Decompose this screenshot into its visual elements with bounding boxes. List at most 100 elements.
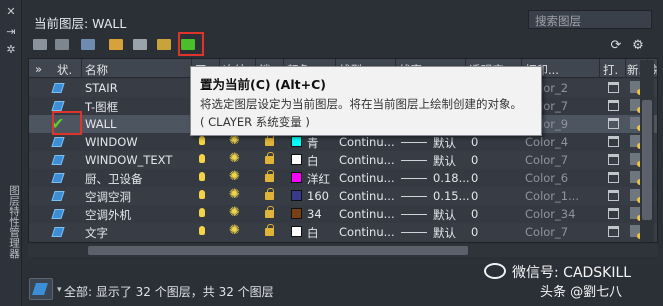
col-name[interactable]: 名称 (85, 62, 108, 78)
lightbulb-icon[interactable] (199, 172, 205, 181)
new-vp-frozen-layer-button[interactable] (130, 36, 150, 54)
color-swatch[interactable] (291, 136, 302, 147)
color-swatch[interactable] (291, 172, 302, 183)
layer-color-name[interactable]: 洋红 (307, 171, 330, 187)
layer-color-name[interactable]: 160 (307, 189, 329, 203)
layer-transparency[interactable]: 0 (471, 225, 478, 239)
new-group-filter-button[interactable] (52, 36, 72, 54)
layer-transparency[interactable]: 0 (471, 207, 478, 221)
sun-icon[interactable]: ✺ (229, 206, 240, 220)
layer-linetype[interactable]: Continu... (339, 171, 395, 185)
sun-icon[interactable]: ✺ (229, 134, 240, 148)
layer-row[interactable]: 厨、卫设备 ✺ 洋红 Continu... 0.18... 0 Color_6 (29, 169, 657, 187)
sun-icon[interactable]: ✺ (229, 152, 240, 166)
layer-transparency[interactable]: 0 (471, 135, 478, 149)
close-icon[interactable]: ✕ (5, 6, 17, 18)
new-property-filter-button[interactable] (30, 36, 50, 54)
refresh-icon[interactable]: ⟳ (608, 38, 624, 54)
layer-name[interactable]: STAIR (85, 81, 118, 95)
sun-icon[interactable]: ✺ (229, 188, 240, 202)
layer-row[interactable]: 空调空洞 ✺ 160 Continu... 0.15... 0 Color_1.… (29, 187, 657, 205)
color-swatch[interactable] (291, 190, 302, 201)
layer-lineweight[interactable]: 默认 (433, 135, 456, 151)
layer-linetype[interactable]: Continu... (339, 135, 395, 149)
layer-linetype[interactable]: Continu... (339, 225, 395, 239)
layer-name[interactable]: 厨、卫设备 (85, 171, 143, 187)
horizontal-scroll-thumb[interactable] (88, 246, 468, 255)
unlock-icon[interactable] (265, 170, 274, 182)
lightbulb-icon[interactable] (199, 208, 205, 217)
filter-invert-icon[interactable] (29, 278, 53, 300)
layer-linetype[interactable]: Continu... (339, 153, 395, 167)
layer-row[interactable]: WINDOW_TEXT ✺ 白 Continu... 默认 0 Color_7 (29, 151, 657, 169)
lightbulb-icon[interactable] (199, 226, 205, 235)
properties-icon[interactable]: ✲ (5, 44, 17, 56)
new-layer-button[interactable] (106, 36, 126, 54)
new-vp-freeze-icon[interactable] (630, 225, 643, 239)
printer-icon[interactable] (608, 136, 619, 147)
col-status[interactable]: 状. (57, 62, 72, 78)
settings-gear-icon[interactable]: ⚙ (630, 38, 646, 54)
layer-name[interactable]: T-图框 (85, 99, 118, 115)
layer-transparency[interactable]: 0 (471, 153, 478, 167)
expand-filters-icon[interactable]: » (35, 62, 42, 76)
lightbulb-icon[interactable] (199, 154, 205, 163)
layer-name[interactable]: WALL (85, 117, 116, 131)
unlock-icon[interactable] (265, 188, 274, 200)
layer-color-name[interactable]: 34 (307, 207, 322, 221)
vertical-scrollbar[interactable] (640, 60, 654, 242)
chevron-down-icon[interactable]: ▾ (57, 285, 62, 295)
layer-name[interactable]: 空调空洞 (85, 189, 131, 205)
color-swatch[interactable] (291, 226, 302, 237)
printer-icon[interactable] (608, 172, 619, 183)
layer-color-name[interactable]: 青 (307, 135, 319, 151)
printer-icon[interactable] (608, 208, 619, 219)
sun-icon[interactable]: ✺ (229, 224, 240, 238)
layer-transparency[interactable]: 0 (471, 171, 478, 185)
printer-icon[interactable] (608, 154, 619, 165)
lightbulb-icon[interactable] (199, 190, 205, 199)
vertical-scroll-thumb[interactable] (642, 100, 652, 220)
unlock-icon[interactable] (265, 224, 274, 236)
printer-icon[interactable] (608, 100, 619, 111)
new-vp-freeze-icon[interactable] (630, 135, 643, 149)
printer-icon[interactable] (608, 118, 619, 129)
sun-icon[interactable]: ✺ (229, 170, 240, 184)
printer-icon[interactable] (608, 226, 619, 237)
layer-lineweight[interactable]: 0.18... (433, 171, 470, 185)
search-input[interactable]: 搜索图层 (528, 10, 652, 29)
layer-color-name[interactable]: 白 (307, 225, 319, 241)
color-swatch[interactable] (291, 154, 302, 165)
layer-name[interactable]: WINDOW_TEXT (85, 153, 172, 167)
new-vp-freeze-icon[interactable] (630, 81, 643, 95)
lightbulb-icon[interactable] (199, 136, 205, 145)
printer-icon[interactable] (608, 190, 619, 201)
layer-lineweight[interactable]: 默认 (433, 153, 456, 169)
layer-linetype[interactable]: Continu... (339, 207, 395, 221)
layer-states-button[interactable] (78, 36, 98, 54)
unlock-icon[interactable] (265, 152, 274, 164)
layer-row[interactable]: 空调外机 ✺ 34 Continu... 默认 0 Color_34 (29, 205, 657, 223)
new-vp-freeze-icon[interactable] (630, 207, 643, 221)
layer-linetype[interactable]: Continu... (339, 189, 395, 203)
layer-color-name[interactable]: 白 (307, 153, 319, 169)
new-vp-freeze-icon[interactable] (630, 99, 643, 113)
new-vp-freeze-icon[interactable] (630, 171, 643, 185)
layer-name[interactable]: 空调外机 (85, 207, 131, 223)
layer-lineweight[interactable]: 0.15... (433, 189, 470, 203)
new-vp-freeze-icon[interactable] (630, 117, 643, 131)
layer-lineweight[interactable]: 默认 (433, 225, 456, 241)
unlock-icon[interactable] (265, 206, 274, 218)
horizontal-scrollbar[interactable] (28, 244, 658, 257)
layer-name[interactable]: 文字 (85, 225, 108, 241)
unlock-icon[interactable] (265, 134, 274, 146)
new-vp-freeze-icon[interactable] (630, 189, 643, 203)
layer-row[interactable]: 文字 ✺ 白 Continu... 默认 0 Color_7 (29, 223, 657, 241)
printer-icon[interactable] (608, 82, 619, 93)
auto-hide-icon[interactable]: ⇥ (5, 26, 17, 38)
layer-transparency[interactable]: 0 (471, 189, 478, 203)
layer-name[interactable]: WINDOW (85, 135, 138, 149)
layer-lineweight[interactable]: 默认 (433, 207, 456, 223)
color-swatch[interactable] (291, 208, 302, 219)
new-vp-freeze-icon[interactable] (630, 153, 643, 167)
